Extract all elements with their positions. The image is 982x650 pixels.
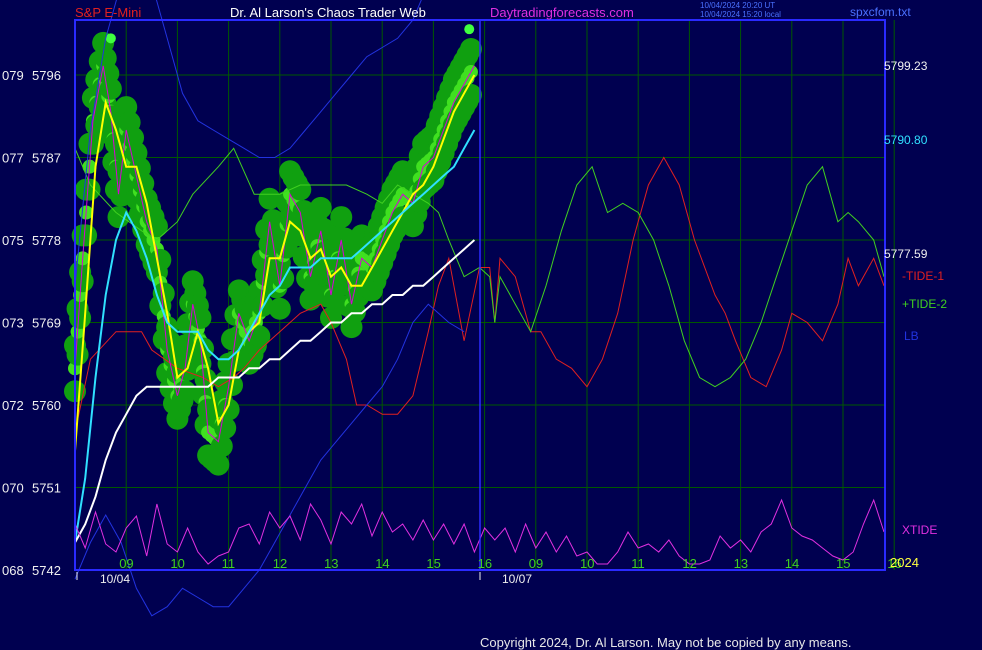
x-hour-label: 09 xyxy=(529,556,543,571)
x-hour-label: 13 xyxy=(324,556,338,571)
timestamp-ut: 10/04/2024 20:20 UT xyxy=(700,1,776,10)
right-label: 5799.23 xyxy=(884,59,928,73)
x-hour-label: 10 xyxy=(580,556,594,571)
right-label: 5777.59 xyxy=(884,247,928,261)
y-tick-left: 068 xyxy=(2,563,24,578)
x-hour-label: 15 xyxy=(426,556,440,571)
cloud-dot xyxy=(66,343,89,366)
cloud-dot xyxy=(99,77,122,100)
right-label: LB xyxy=(904,329,919,343)
x-hour-label: 15 xyxy=(836,556,850,571)
right-label: XTIDE xyxy=(902,523,937,537)
site-url-link[interactable]: Daytradingforecasts.com xyxy=(490,5,634,20)
right-label: -TIDE-1 xyxy=(902,269,944,283)
y-tick-left: 079 xyxy=(2,68,24,83)
x-hour-label: 10 xyxy=(170,556,184,571)
y-tick-left: 073 xyxy=(2,316,24,331)
cloud-dot xyxy=(289,178,312,201)
x-hour-label: 09 xyxy=(119,556,133,571)
x-hour-label: 14 xyxy=(785,556,799,571)
copyright-notice: Copyright 2024, Dr. Al Larson. May not b… xyxy=(480,635,852,650)
x-hour-label: 12 xyxy=(273,556,287,571)
cloud-dot xyxy=(268,297,291,320)
site-title: Dr. Al Larson's Chaos Trader Web xyxy=(230,5,426,20)
chart-canvas: 068 5742 070 5751 072 5760 073 5769 075 5778 077 57… xyxy=(2,0,947,617)
cloud-dot xyxy=(330,206,353,229)
right-label: 5790.80 xyxy=(884,133,928,147)
cloud-dot xyxy=(149,248,172,271)
y-tick-price: 5787 xyxy=(32,151,61,166)
y-tick-left: 077 xyxy=(2,151,24,166)
cloud-dot xyxy=(309,196,332,219)
cloud-dot xyxy=(75,224,98,247)
x-hour-label: 11 xyxy=(631,556,645,571)
x-date-label: 10/07 xyxy=(502,572,532,586)
x-hour-label: 13 xyxy=(734,556,748,571)
y-tick-price: 5769 xyxy=(32,316,61,331)
cloud-dot xyxy=(69,306,92,329)
y-tick-left: 072 xyxy=(2,398,24,413)
cloud-dot xyxy=(189,306,212,329)
y-tick-price: 5742 xyxy=(32,563,61,578)
x-hour-label: 11 xyxy=(222,556,236,571)
peak-dot xyxy=(105,33,116,44)
x-date-label: 10/04 xyxy=(100,572,130,586)
timestamp-local: 10/04/2024 15:20 local xyxy=(700,10,781,19)
cloud-dot xyxy=(107,206,130,229)
year-label: 2024 xyxy=(890,555,919,570)
data-file-label: spxcfom.txt xyxy=(850,5,911,19)
instrument-title: S&P E-Mini xyxy=(75,5,142,20)
x-hour-label: 14 xyxy=(375,556,389,571)
y-tick-left: 075 xyxy=(2,233,24,248)
cloud-dot xyxy=(459,38,482,61)
peak-dot xyxy=(464,24,475,35)
cloud-dot xyxy=(207,453,230,476)
y-tick-price: 5751 xyxy=(32,481,61,496)
x-hour-label: 12 xyxy=(682,556,696,571)
x-hour-label: 16 xyxy=(478,556,492,571)
cloud-dot xyxy=(210,435,233,458)
y-tick-price: 5796 xyxy=(32,68,61,83)
right-label: +TIDE-2 xyxy=(902,297,947,311)
y-tick-price: 5760 xyxy=(32,398,61,413)
y-tick-price: 5778 xyxy=(32,233,61,248)
y-tick-left: 070 xyxy=(2,481,24,496)
